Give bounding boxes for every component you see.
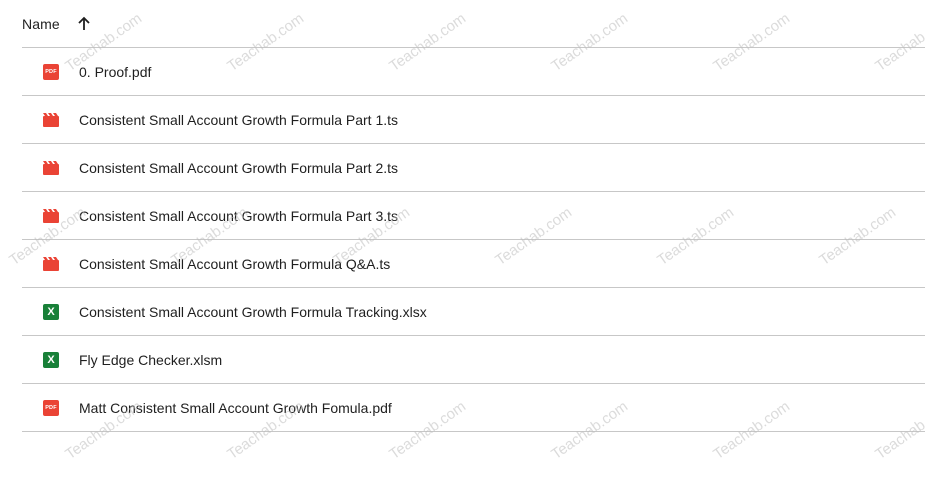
pdf-badge: PDF: [43, 399, 59, 416]
pdf-icon: PDF: [42, 399, 60, 417]
pdf-badge: PDF: [43, 63, 59, 80]
excel-badge: X: [43, 351, 59, 368]
file-row[interactable]: Consistent Small Account Growth Formula …: [22, 144, 925, 192]
video-icon: [42, 207, 60, 225]
name-column-header[interactable]: Name: [22, 16, 60, 32]
file-row[interactable]: Consistent Small Account Growth Formula …: [22, 96, 925, 144]
video-icon: [42, 111, 60, 129]
file-name: 0. Proof.pdf: [79, 63, 152, 80]
file-row[interactable]: PDF 0. Proof.pdf: [22, 48, 925, 96]
file-name: Consistent Small Account Growth Formula …: [79, 207, 399, 224]
list-header: Name: [22, 0, 925, 48]
file-row[interactable]: X Fly Edge Checker.xlsm: [22, 336, 925, 384]
excel-icon: X: [42, 303, 60, 321]
file-name: Consistent Small Account Growth Formula …: [79, 111, 399, 128]
video-icon: [42, 255, 60, 273]
file-row[interactable]: Consistent Small Account Growth Formula …: [22, 240, 925, 288]
arrow-upward-icon: [78, 16, 90, 30]
file-name: Matt Consistent Small Account Growth Fom…: [79, 399, 392, 416]
file-name: Consistent Small Account Growth Formula …: [79, 303, 427, 320]
excel-icon: X: [42, 351, 60, 369]
video-icon: [42, 159, 60, 177]
file-row[interactable]: Consistent Small Account Growth Formula …: [22, 192, 925, 240]
file-row[interactable]: PDF Matt Consistent Small Account Growth…: [22, 384, 925, 432]
excel-badge: X: [43, 303, 59, 320]
file-name: Consistent Small Account Growth Formula …: [79, 255, 391, 272]
file-list: Name PDF 0. Proof.pdf Consistent Small A…: [22, 0, 925, 432]
sort-button[interactable]: [72, 12, 96, 36]
file-name: Fly Edge Checker.xlsm: [79, 351, 223, 368]
file-row[interactable]: X Consistent Small Account Growth Formul…: [22, 288, 925, 336]
file-name: Consistent Small Account Growth Formula …: [79, 159, 399, 176]
pdf-icon: PDF: [42, 63, 60, 81]
